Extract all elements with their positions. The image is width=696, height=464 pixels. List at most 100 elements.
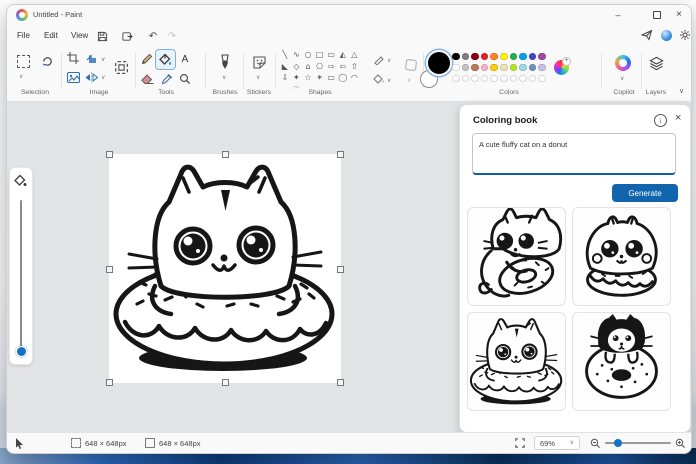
generated-thumbnail-3[interactable] [467, 312, 566, 411]
shape-outline-chevron[interactable]: ∨ [387, 57, 391, 64]
fill-tool-icon[interactable] [157, 51, 173, 67]
eraser-tool-icon[interactable] [139, 71, 155, 87]
selection-handle-bottom-left[interactable] [106, 379, 113, 386]
shape-cell[interactable]: ◣ [279, 61, 291, 73]
shape-cell[interactable]: ◇ [291, 61, 303, 73]
shape-outline-icon[interactable] [371, 51, 387, 67]
shape-cell[interactable]: ○ [302, 49, 314, 61]
shape-cell[interactable]: ♡ [291, 84, 303, 89]
maximize-button[interactable] [648, 7, 666, 22]
gear-icon[interactable] [678, 28, 691, 42]
color-swatch[interactable] [452, 63, 460, 72]
shape-cell[interactable]: ◠ [349, 72, 361, 84]
selection-handle-bottom-right[interactable] [337, 379, 344, 386]
flip-chevron[interactable]: ∨ [101, 74, 105, 81]
generate-button[interactable]: Generate [612, 184, 678, 202]
panel-close-icon[interactable]: × [675, 112, 681, 124]
save-icon[interactable] [95, 29, 109, 43]
color-swatch[interactable] [538, 63, 546, 72]
layers-icon[interactable] [647, 54, 665, 72]
text-tool-icon[interactable]: A [177, 51, 193, 67]
shape-cell[interactable]: ∿ [291, 49, 303, 61]
color-swatch[interactable] [480, 52, 489, 61]
color-swatch[interactable] [471, 52, 479, 61]
resize-icon[interactable] [83, 50, 99, 66]
shape-cell[interactable]: ◭ [337, 49, 349, 61]
generated-thumbnail-2[interactable] [572, 207, 671, 306]
share-icon[interactable] [640, 28, 654, 42]
color-swatch-empty[interactable] [499, 74, 508, 83]
shape-cell[interactable]: ⇩ [279, 72, 291, 84]
color-swatch[interactable] [471, 63, 479, 72]
free-rotate-icon[interactable] [39, 53, 55, 69]
color-swatch[interactable] [499, 63, 508, 72]
edit-colors-icon[interactable] [554, 57, 571, 75]
color-swatch-empty[interactable] [461, 74, 470, 83]
copilot-chevron[interactable]: ∨ [620, 75, 624, 82]
color-swatch[interactable] [509, 52, 518, 61]
magnifier-tool-icon[interactable] [177, 71, 193, 87]
minimize-button[interactable]: – [609, 7, 627, 22]
shape-cell[interactable]: ╲ [279, 49, 291, 61]
shape-cell[interactable]: ⇧ [349, 61, 361, 73]
brushes-icon[interactable] [216, 53, 234, 71]
selection-handle-bottom-center[interactable] [222, 379, 229, 386]
prompt-input[interactable]: A cute fluffy cat on a donut [472, 133, 676, 175]
zoom-slider[interactable] [605, 439, 671, 447]
menu-edit[interactable]: Edit [40, 29, 62, 42]
color-swatch[interactable] [452, 52, 460, 61]
info-icon[interactable]: i [654, 114, 667, 127]
brushes-chevron[interactable]: ∨ [222, 74, 226, 81]
color-swatch[interactable] [538, 52, 546, 61]
size-slider-track[interactable] [20, 200, 22, 350]
shape-cell[interactable]: ⇦ [337, 61, 349, 73]
color-swatch[interactable] [461, 52, 470, 61]
generated-thumbnail-1[interactable] [467, 207, 566, 306]
shape-cell[interactable]: △ [349, 49, 361, 61]
foreground-color-well[interactable] [428, 52, 450, 74]
color-swatch-empty[interactable] [509, 74, 518, 83]
shape-cell[interactable]: ☆ [302, 72, 314, 84]
canvas[interactable] [106, 151, 344, 386]
color-swatch[interactable] [528, 63, 537, 72]
pencil-tool-icon[interactable] [139, 51, 155, 67]
shape-cell[interactable]: ◯ [337, 72, 349, 84]
flip-icon[interactable] [83, 69, 99, 85]
shape-size-chevron[interactable]: ∨ [407, 77, 411, 84]
color-swatch-empty[interactable] [490, 74, 498, 83]
account-icon[interactable] [659, 28, 673, 42]
shapes-grid[interactable]: ╲∿○□▭◭△◣◇⌂⎔⇨⇦⇧⇩✦☆✶▭◯◠◡♡ [279, 49, 361, 89]
color-swatch[interactable] [509, 63, 518, 72]
color-swatch[interactable] [519, 63, 527, 72]
shape-cell[interactable]: ⎔ [314, 61, 326, 73]
selection-handle-middle-left[interactable] [106, 266, 113, 273]
color-swatch[interactable] [461, 63, 470, 72]
color-swatch-empty[interactable] [452, 74, 460, 83]
zoom-out-icon[interactable] [590, 433, 601, 453]
selection-handle-top-center[interactable] [222, 151, 229, 158]
crop-icon[interactable] [65, 50, 81, 66]
image-options-icon[interactable] [111, 57, 131, 77]
stickers-icon[interactable] [250, 53, 268, 71]
shape-fill-icon[interactable] [371, 71, 387, 87]
zoom-slider-thumb[interactable] [614, 439, 622, 447]
zoom-in-icon[interactable] [675, 433, 686, 453]
generated-thumbnail-4[interactable] [572, 312, 671, 411]
shape-cell[interactable]: ⌂ [302, 61, 314, 73]
color-swatch[interactable] [480, 63, 489, 72]
shape-cell[interactable]: ✶ [314, 72, 326, 84]
size-slider-thumb[interactable] [16, 346, 27, 357]
shape-cell[interactable]: □ [314, 49, 326, 61]
shape-size-icon[interactable] [401, 55, 421, 75]
zoom-level-select[interactable]: 69% ∨ [534, 436, 580, 450]
save-as-icon[interactable] [120, 29, 134, 43]
ribbon-collapse-chevron[interactable]: ∨ [679, 87, 684, 95]
color-swatch-empty[interactable] [471, 74, 479, 83]
undo-icon[interactable]: ↶ [146, 29, 160, 43]
stickers-gallery-icon[interactable] [65, 69, 81, 85]
selection-handle-top-left[interactable] [106, 151, 113, 158]
color-swatch[interactable] [490, 63, 498, 72]
shape-cell[interactable]: ⇨ [325, 61, 337, 73]
shape-fill-chevron[interactable]: ∨ [387, 77, 391, 84]
fit-to-window-icon[interactable] [515, 433, 525, 453]
